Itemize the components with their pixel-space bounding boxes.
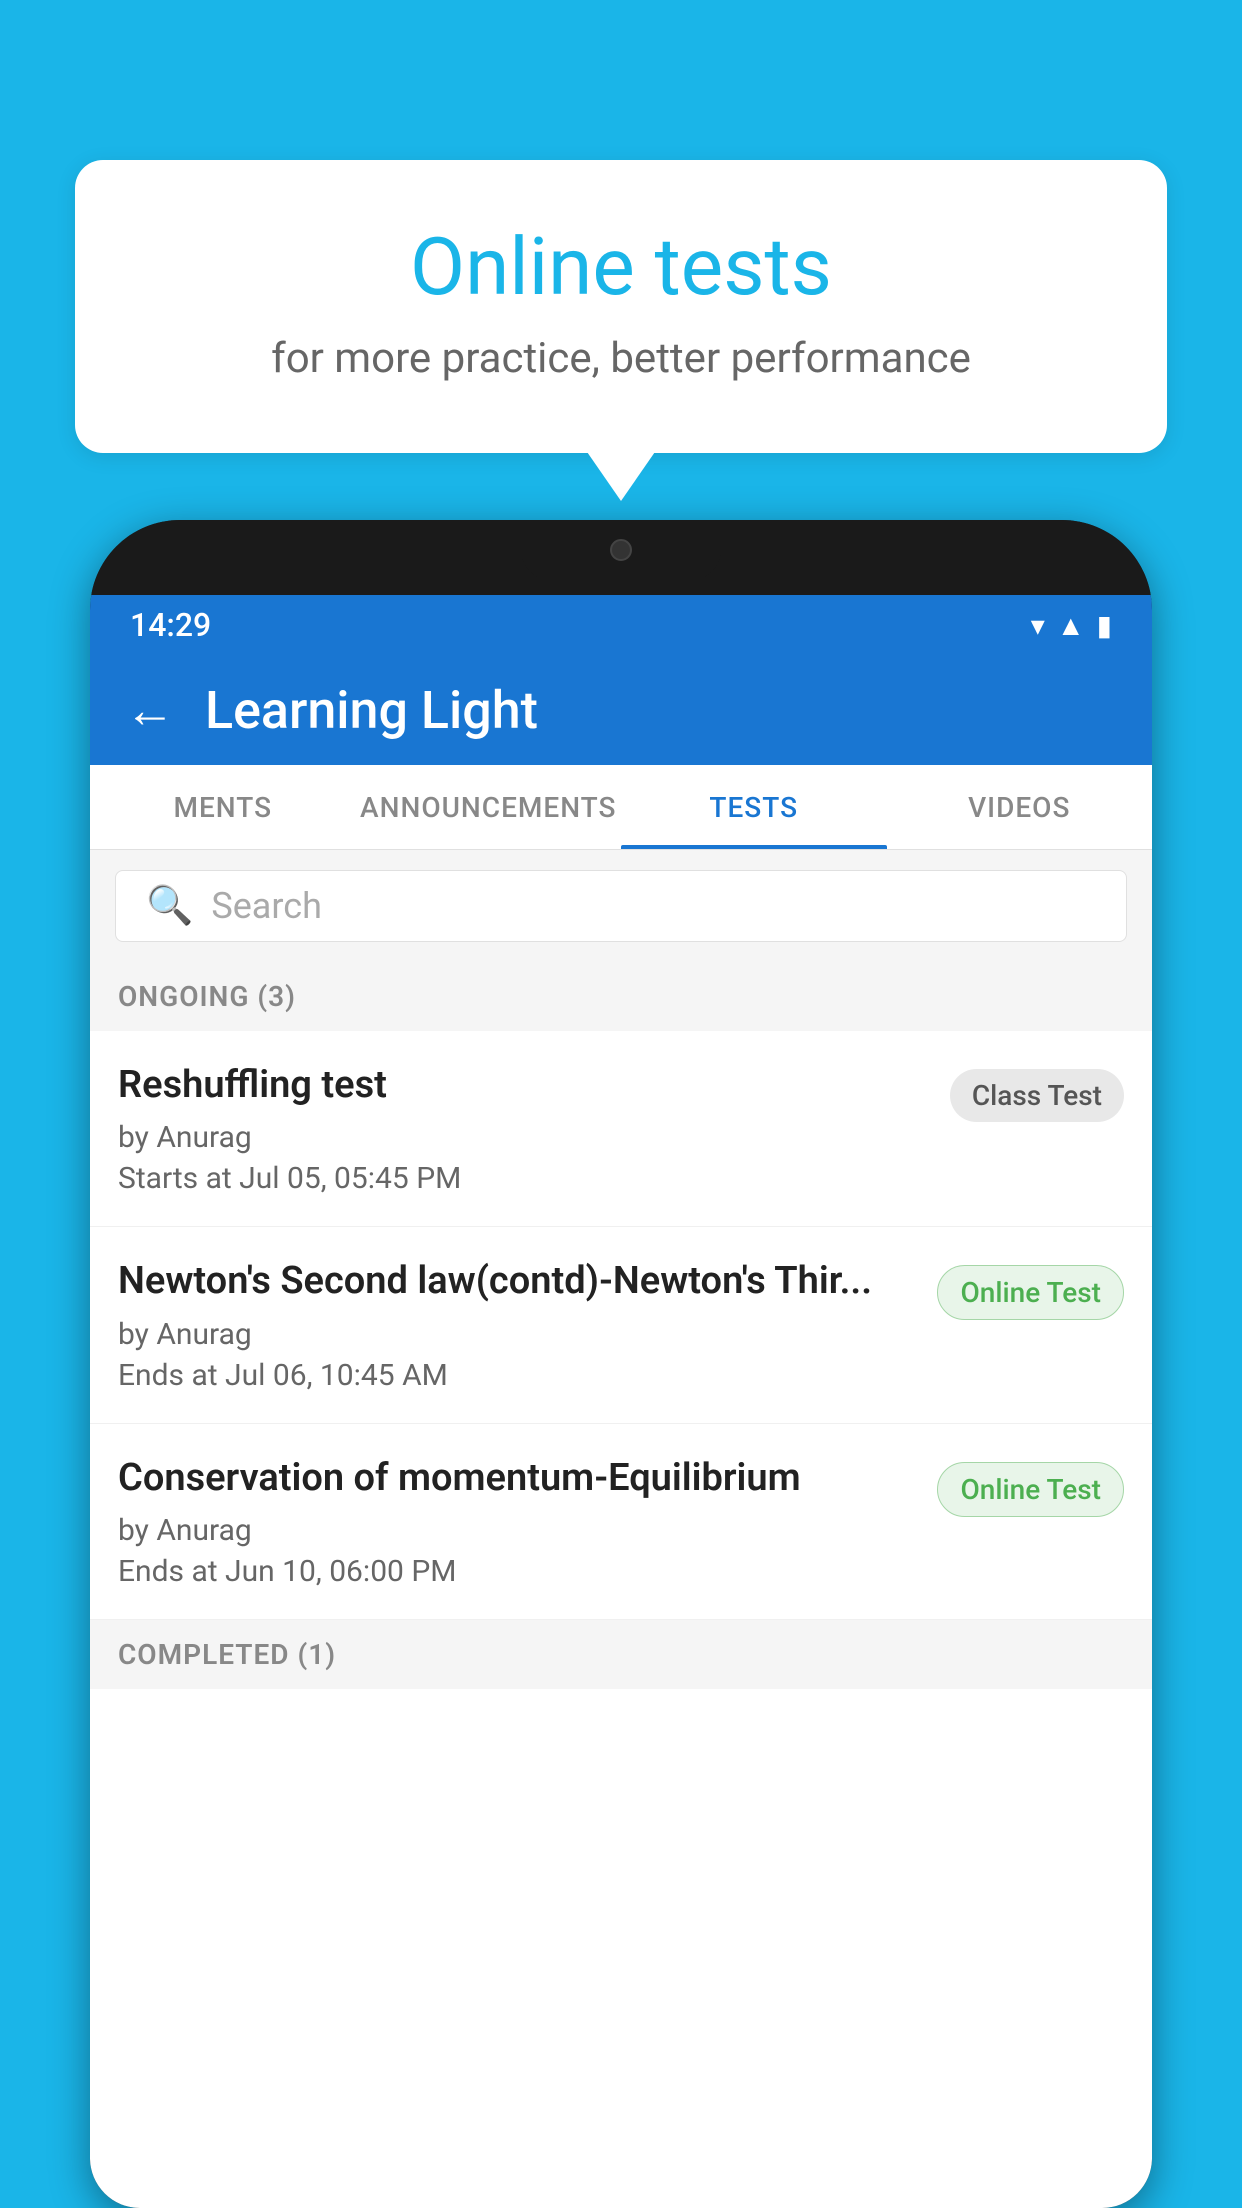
back-button[interactable]: ← xyxy=(125,681,175,740)
test-date-newtons: Ends at Jul 06, 10:45 AM xyxy=(118,1358,917,1393)
test-info-reshuffling: Reshuffling test by Anurag Starts at Jul… xyxy=(118,1061,950,1196)
battery-icon: ▮ xyxy=(1097,609,1112,642)
app-title: Learning Light xyxy=(205,680,538,741)
completed-section-header: COMPLETED (1) xyxy=(90,1620,1152,1689)
tab-tests[interactable]: TESTS xyxy=(621,765,887,849)
badge-class-test: Class Test xyxy=(950,1069,1124,1122)
test-author-conservation: by Anurag xyxy=(118,1513,917,1548)
notch-area xyxy=(90,520,1152,595)
status-icons: ▾ ▲ ▮ xyxy=(1031,609,1112,642)
test-title-conservation: Conservation of momentum-Equilibrium xyxy=(118,1454,917,1503)
signal-icon: ▲ xyxy=(1057,609,1085,642)
phone-screen: MENTS ANNOUNCEMENTS TESTS VIDEOS 🔍 Searc… xyxy=(90,765,1152,2208)
wifi-icon: ▾ xyxy=(1031,609,1045,642)
badge-online-test-2: Online Test xyxy=(937,1462,1124,1517)
tab-announcements[interactable]: ANNOUNCEMENTS xyxy=(356,765,622,849)
ongoing-section-header: ONGOING (3) xyxy=(90,962,1152,1031)
tabs-bar: MENTS ANNOUNCEMENTS TESTS VIDEOS xyxy=(90,765,1152,850)
status-bar: 14:29 ▾ ▲ ▮ xyxy=(90,595,1152,655)
test-title-reshuffling: Reshuffling test xyxy=(118,1061,930,1110)
test-date-conservation: Ends at Jun 10, 06:00 PM xyxy=(118,1554,917,1589)
tab-videos[interactable]: VIDEOS xyxy=(887,765,1153,849)
tab-ments[interactable]: MENTS xyxy=(90,765,356,849)
badge-online-test-1: Online Test xyxy=(937,1265,1124,1320)
search-bar[interactable]: 🔍 Search xyxy=(115,870,1127,942)
test-date-reshuffling: Starts at Jul 05, 05:45 PM xyxy=(118,1161,930,1196)
test-info-newtons: Newton's Second law(contd)-Newton's Thir… xyxy=(118,1257,937,1392)
notch xyxy=(521,520,721,580)
test-item-conservation[interactable]: Conservation of momentum-Equilibrium by … xyxy=(90,1424,1152,1620)
test-author-newtons: by Anurag xyxy=(118,1317,917,1352)
speech-bubble: Online tests for more practice, better p… xyxy=(75,160,1167,453)
test-author-reshuffling: by Anurag xyxy=(118,1120,930,1155)
test-info-conservation: Conservation of momentum-Equilibrium by … xyxy=(118,1454,937,1589)
search-container: 🔍 Search xyxy=(90,850,1152,962)
test-item-newtons[interactable]: Newton's Second law(contd)-Newton's Thir… xyxy=(90,1227,1152,1423)
test-item-reshuffling[interactable]: Reshuffling test by Anurag Starts at Jul… xyxy=(90,1031,1152,1227)
phone-frame: 14:29 ▾ ▲ ▮ ← Learning Light MENTS ANNOU… xyxy=(90,520,1152,2208)
status-time: 14:29 xyxy=(130,606,211,644)
bubble-title: Online tests xyxy=(155,220,1087,314)
app-bar: ← Learning Light xyxy=(90,655,1152,765)
front-camera xyxy=(610,539,632,561)
search-icon: 🔍 xyxy=(146,884,193,928)
test-title-newtons: Newton's Second law(contd)-Newton's Thir… xyxy=(118,1257,917,1306)
bubble-subtitle: for more practice, better performance xyxy=(155,334,1087,383)
search-input[interactable]: Search xyxy=(211,885,322,927)
